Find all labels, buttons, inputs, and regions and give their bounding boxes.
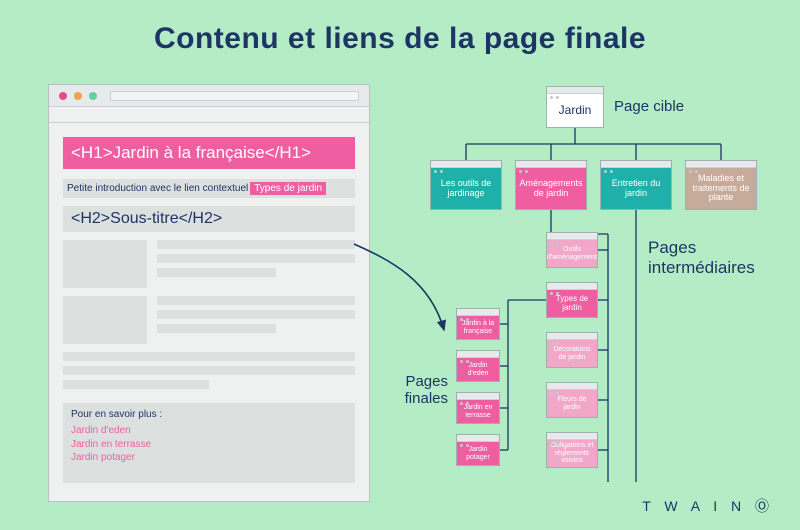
node-mid: Décorations de jardin: [546, 332, 598, 368]
intro-link[interactable]: Types de jardin: [250, 182, 326, 195]
text-line: [63, 366, 355, 375]
see-more-link[interactable]: Jardin en terrasse: [71, 438, 347, 452]
text-line: [63, 352, 355, 361]
label-pages-finales: Pages finales: [392, 374, 448, 407]
node-final: Jardin à la française: [456, 308, 500, 340]
browser-mock: <H1>Jardin à la française</H1> Petite in…: [48, 84, 370, 502]
see-more-title: Pour en savoir plus :: [71, 409, 347, 420]
expand-dot-icon: [89, 92, 97, 100]
h1-block: <H1>Jardin à la française</H1>: [63, 137, 355, 169]
node-final: Jardin d'eden: [456, 350, 500, 382]
node-mid: Types de jardin: [546, 282, 598, 318]
minimize-dot-icon: [74, 92, 82, 100]
address-bar: [49, 107, 369, 123]
brand-logo: T W A I N Ⓞ: [642, 496, 774, 516]
see-more-link[interactable]: Jardin d'eden: [71, 424, 347, 438]
node-mid: Outils d'aménagement: [546, 232, 598, 268]
node-level1: Les outils de jardinage: [430, 160, 502, 210]
node-level1: Entretien du jardin: [600, 160, 672, 210]
titlebar-blank: [110, 91, 359, 101]
intro-text: Petite introduction avec le lien context…: [67, 183, 248, 194]
page-content: <H1>Jardin à la française</H1> Petite in…: [49, 123, 369, 491]
site-tree: Jardin Page cible Les outils de jardinag…: [398, 86, 778, 506]
close-dot-icon: [59, 92, 67, 100]
browser-titlebar: [49, 85, 369, 107]
text-line: [157, 310, 355, 319]
node-final: Jardin en terrasse: [456, 392, 500, 424]
text-line: [63, 380, 209, 389]
image-placeholder: [63, 296, 147, 344]
text-line: [157, 324, 276, 333]
label-pages-intermediaires: Pages intermédiaires: [648, 238, 778, 278]
see-more-box: Pour en savoir plus : Jardin d'eden Jard…: [63, 403, 355, 483]
label-page-cible: Page cible: [614, 98, 684, 115]
node-root: Jardin: [546, 86, 604, 128]
text-line: [157, 268, 276, 277]
node-mid: Fleurs de jardin: [546, 382, 598, 418]
see-more-link[interactable]: Jardin potager: [71, 451, 347, 465]
node-mid: Obligations et règlements voisins: [546, 432, 598, 468]
node-final: Jardin potager: [456, 434, 500, 466]
text-line: [157, 240, 355, 249]
node-level1: Maladies et traitements de plante: [685, 160, 757, 210]
text-line: [157, 254, 355, 263]
paragraph-area: [63, 240, 355, 389]
image-placeholder: [63, 240, 147, 288]
intro-line: Petite introduction avec le lien context…: [63, 179, 355, 198]
text-line: [157, 296, 355, 305]
page-title: Contenu et liens de la page finale: [0, 0, 800, 56]
h2-block: <H2>Sous-titre</H2>: [63, 206, 355, 232]
node-level1: Aménagements de jardin: [515, 160, 587, 210]
